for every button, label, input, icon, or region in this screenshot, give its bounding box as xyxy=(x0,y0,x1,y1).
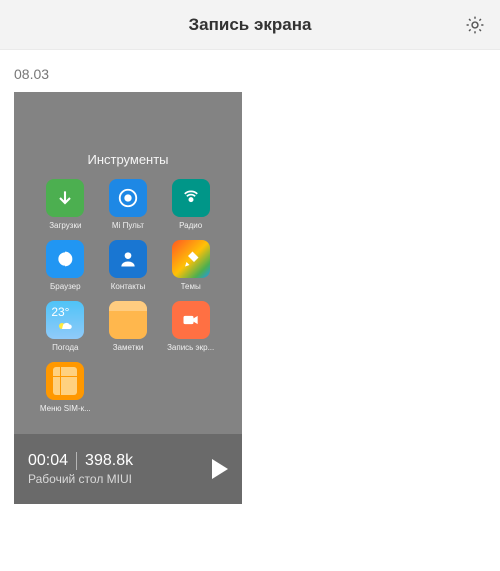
app-screen-recorder: Запись экр... xyxy=(161,301,220,352)
recording-card[interactable]: Инструменты Загрузки Mi Пульт Радио xyxy=(14,92,242,504)
date-label: 08.03 xyxy=(0,50,500,92)
app-weather: 23° Погода xyxy=(36,301,95,352)
person-icon xyxy=(109,240,147,278)
app-notes: Заметки xyxy=(99,301,158,352)
app-mi-remote: Mi Пульт xyxy=(99,179,158,230)
app-themes: Темы xyxy=(161,240,220,291)
recording-size: 398.8k xyxy=(85,452,133,470)
notes-icon xyxy=(109,301,147,339)
brush-icon xyxy=(172,240,210,278)
play-button[interactable] xyxy=(212,459,228,479)
folder-title: Инструменты xyxy=(14,92,242,179)
camera-icon xyxy=(172,301,210,339)
app-browser: Браузер xyxy=(36,240,95,291)
download-icon xyxy=(46,179,84,217)
remote-icon xyxy=(109,179,147,217)
weather-icon: 23° xyxy=(46,301,84,339)
app-sim-menu: Меню SIM-к... xyxy=(36,362,95,413)
app-radio: Радио xyxy=(161,179,220,230)
settings-button[interactable] xyxy=(464,14,486,36)
header-bar: Запись экрана xyxy=(0,0,500,50)
app-grid: Загрузки Mi Пульт Радио Браузер xyxy=(14,179,242,413)
recording-subtitle: Рабочий стол MIUI xyxy=(28,472,133,486)
page-title: Запись экрана xyxy=(189,15,312,35)
recording-footer: 00:04 398.8k Рабочий стол MIUI xyxy=(14,434,242,504)
recording-meta: 00:04 398.8k Рабочий стол MIUI xyxy=(28,452,133,486)
recording-duration: 00:04 xyxy=(28,452,68,470)
radio-icon xyxy=(172,179,210,217)
meta-divider xyxy=(76,452,77,470)
globe-icon xyxy=(46,240,84,278)
app-contacts: Контакты xyxy=(99,240,158,291)
app-downloads: Загрузки xyxy=(36,179,95,230)
sim-icon xyxy=(46,362,84,400)
gear-icon xyxy=(464,14,486,36)
